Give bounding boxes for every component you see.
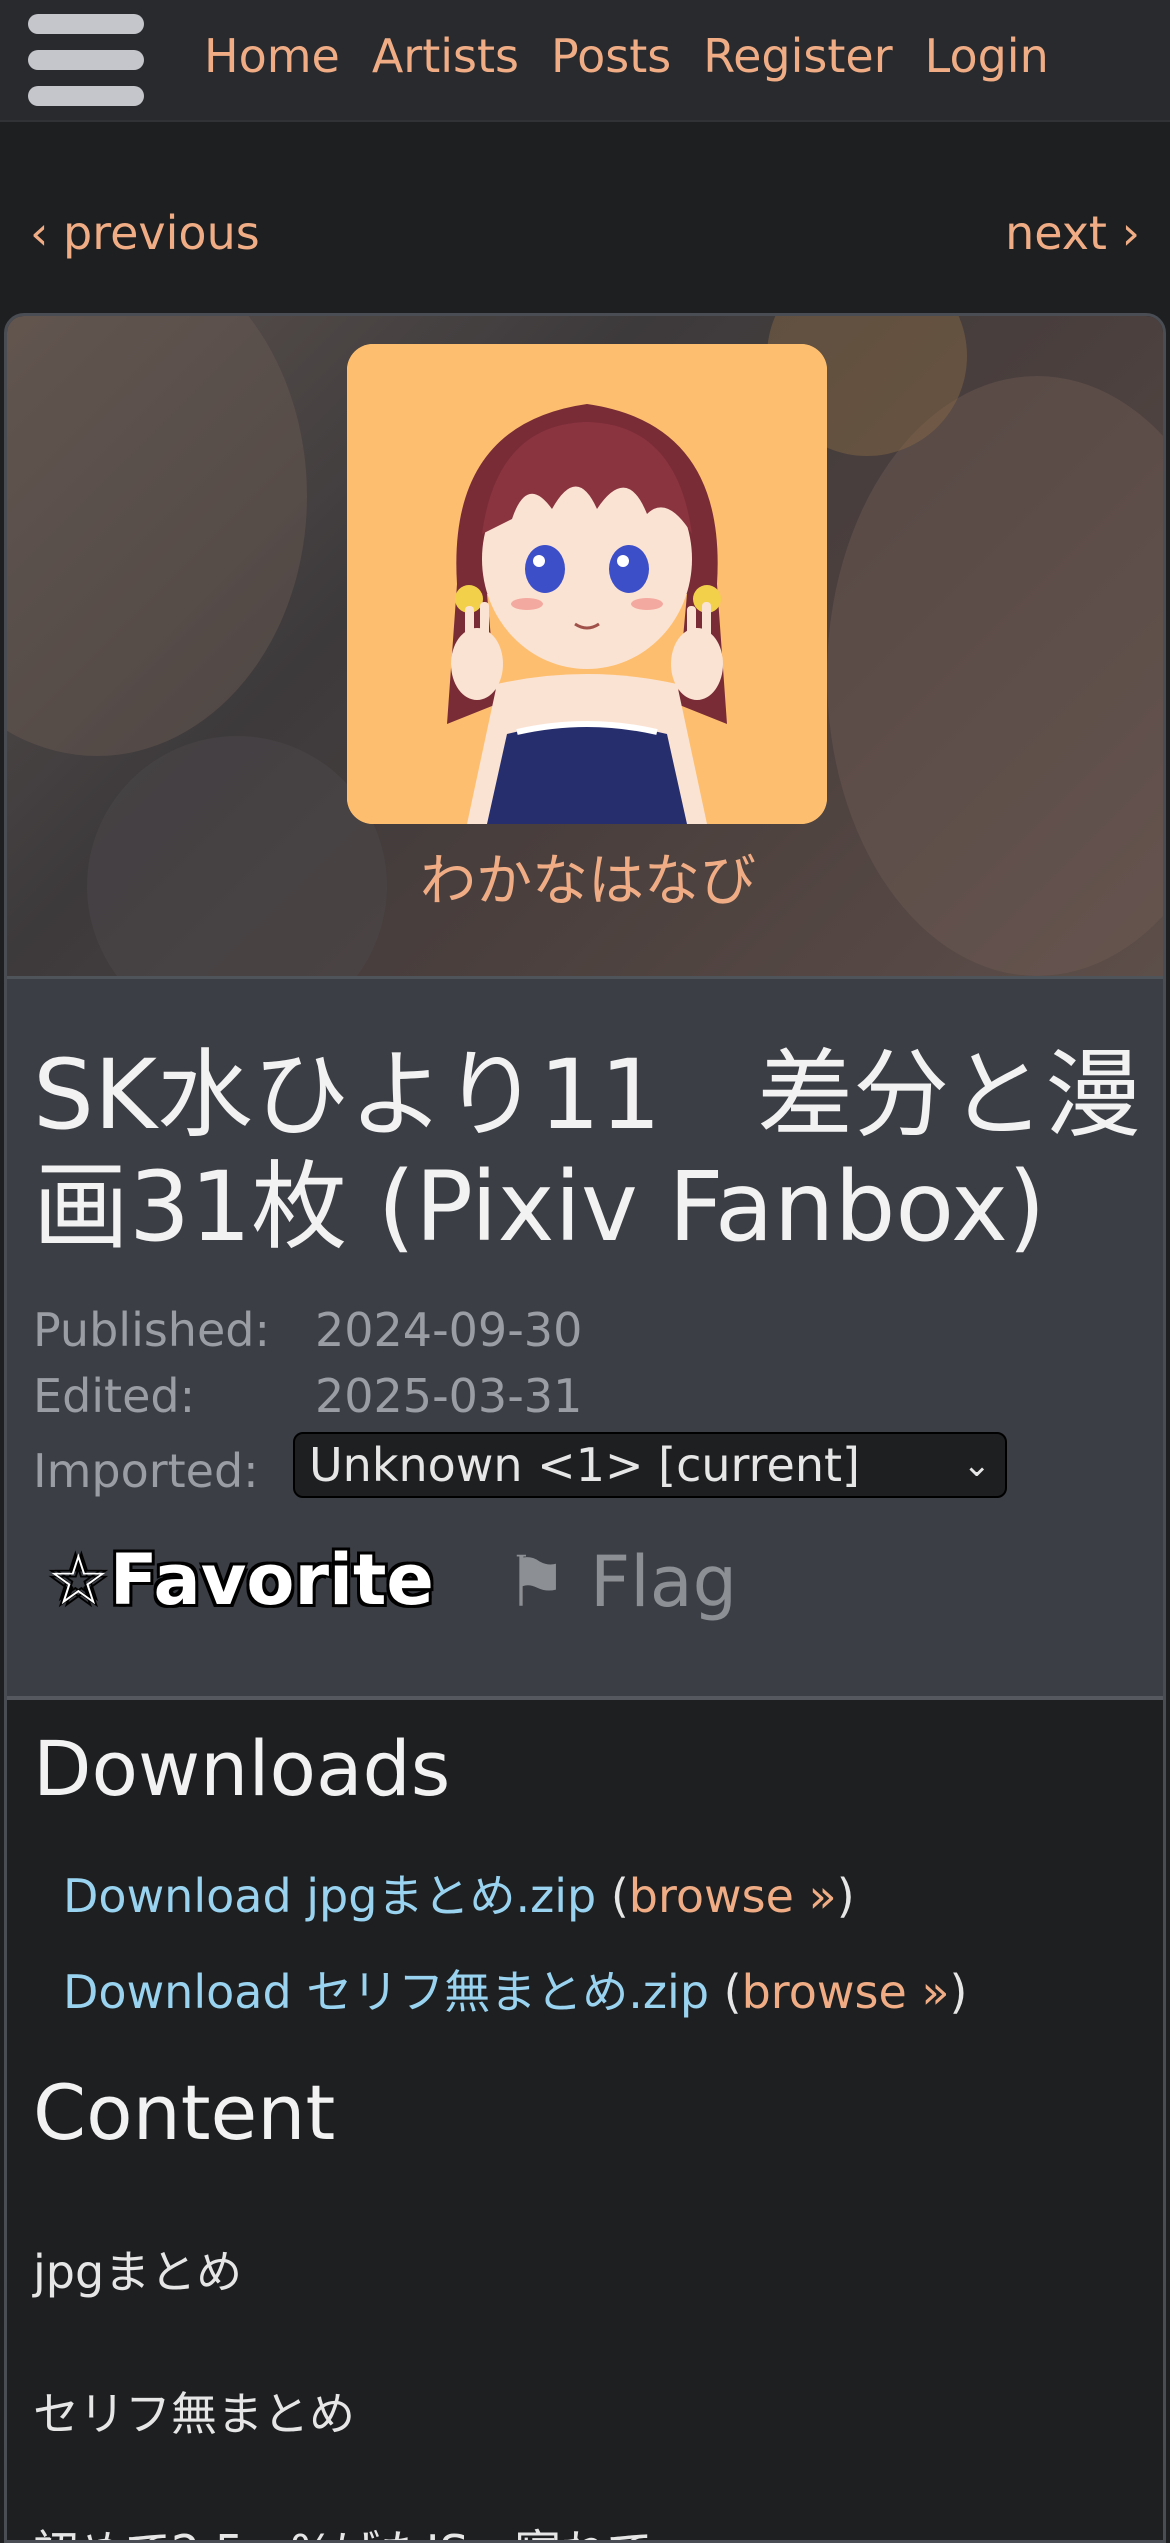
content-line: 初めて2.5…%げたJS…寝ねて [33,2516,653,2540]
downloads-heading: Downloads [33,1724,451,1813]
nav-links: Home Artists Posts Register Login [204,26,1081,86]
nav-login-link[interactable]: Login [925,29,1049,83]
nav-artists-link[interactable]: Artists [372,29,519,83]
top-navbar: Home Artists Posts Register Login [0,0,1170,122]
flag-button[interactable]: ⚑ Flag [505,1541,737,1623]
published-date: 2024-09-30 [315,1303,583,1357]
nav-posts-link[interactable]: Posts [551,29,671,83]
favorite-label: Favorite [109,1539,434,1621]
browse-serifu-zip-link[interactable]: browse » [742,1965,950,2019]
import-version-selected: Unknown <1> [current] [309,1438,860,1492]
avatar-illustration [347,344,827,824]
content-heading: Content [33,2068,336,2157]
artist-avatar[interactable] [347,344,827,824]
chevron-down-icon: ⌄ [962,1445,992,1485]
content-line: jpgまとめ [33,2245,243,2299]
nav-home-link[interactable]: Home [204,29,340,83]
import-version-select[interactable]: Unknown <1> [current] ⌄ [293,1432,1007,1498]
flag-label: Flag [590,1541,738,1623]
star-icon: ☆ [47,1539,110,1621]
imported-label: Imported: [33,1444,259,1498]
previous-post-link[interactable]: ‹ previous [30,206,260,260]
published-label: Published: [33,1303,270,1357]
post-card: わかなはなび SK水ひより11 差分と漫画31枚 (Pixiv Fanbox) … [4,313,1166,2543]
favorite-button[interactable]: ☆Favorite [47,1539,434,1621]
post-meta-section: SK水ひより11 差分と漫画31枚 (Pixiv Fanbox) Publish… [7,976,1163,1700]
artist-banner[interactable]: わかなはなび [7,316,1163,976]
nav-register-link[interactable]: Register [703,29,892,83]
download-jpg-zip-link[interactable]: Download jpgまとめ.zip [63,1869,596,1923]
flag-icon: ⚑ [505,1541,568,1623]
browse-jpg-zip-link[interactable]: browse » [629,1869,837,1923]
artist-name-link[interactable]: わかなはなび [7,836,1163,917]
download-serifu-zip-link[interactable]: Download セリフ無まとめ.zip [63,1965,709,2019]
next-post-link[interactable]: next › [1005,206,1140,260]
post-body-section: Downloads Download jpgまとめ.zip (browse »)… [7,1700,1163,2540]
content-line: セリフ無まとめ [33,2387,355,2441]
hamburger-icon[interactable] [28,14,144,106]
download-item: Download jpgまとめ.zip (browse ») [63,1869,855,1923]
edited-label: Edited: [33,1369,196,1423]
edited-date: 2025-03-31 [315,1369,583,1423]
post-pager: ‹ previous next › [30,206,1140,266]
download-item: Download セリフ無まとめ.zip (browse ») [63,1965,968,2019]
post-title: SK水ひより11 差分と漫画31枚 (Pixiv Fanbox) [33,1039,1142,1263]
